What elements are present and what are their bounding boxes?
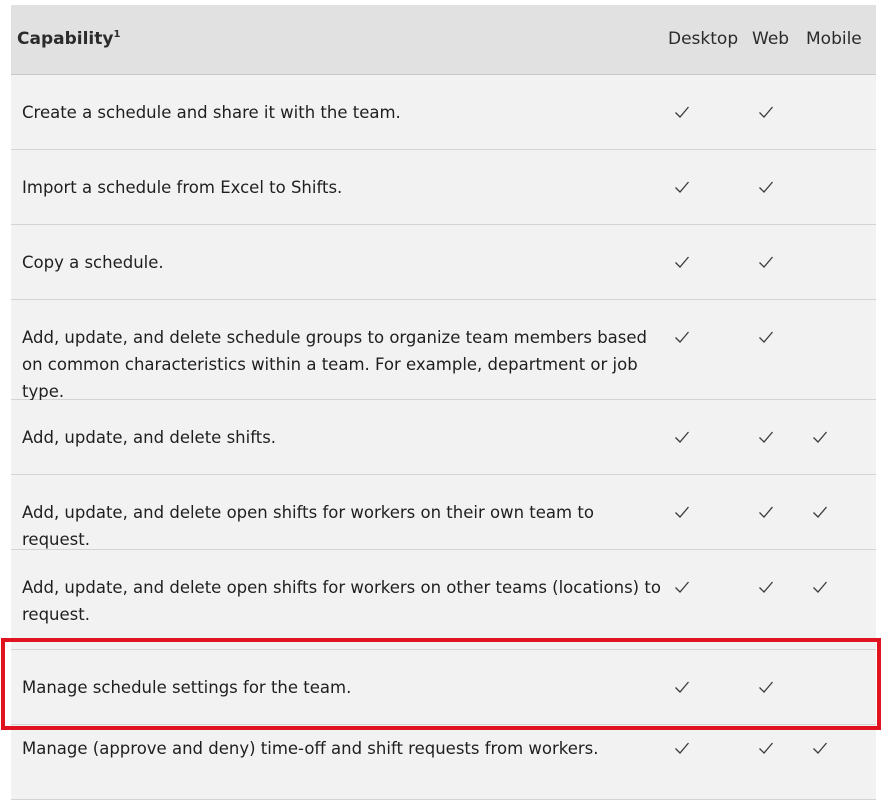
row-capability-text: Add, update, and delete schedule groups …	[22, 328, 648, 401]
check-icon	[674, 740, 690, 756]
table-header: Capability1 Desktop Web Mobile	[11, 5, 876, 75]
header-web: Web	[752, 29, 790, 49]
check-icon	[674, 254, 690, 270]
check-icon	[812, 579, 828, 595]
check-icon	[758, 179, 774, 195]
check-icon	[758, 254, 774, 270]
check-icon	[758, 679, 774, 695]
check-icon	[758, 329, 774, 345]
table-row: Add, update, and delete open shifts for …	[11, 475, 876, 550]
check-icon	[674, 579, 690, 595]
check-icon	[674, 504, 690, 520]
table-row: Add, update, and delete shifts.	[11, 400, 876, 475]
row-capability-text: Add, update, and delete open shifts for …	[22, 503, 594, 549]
check-icon	[674, 104, 690, 120]
table-row: Manage (approve and deny) time-off and s…	[11, 725, 876, 800]
check-icon	[674, 179, 690, 195]
row-capability-text: Import a schedule from Excel to Shifts.	[22, 178, 343, 197]
check-icon	[758, 429, 774, 445]
check-icon	[758, 104, 774, 120]
table-row: Copy a schedule.	[11, 225, 876, 300]
check-icon	[812, 740, 828, 756]
header-capability: Capability1	[17, 29, 121, 49]
check-icon	[758, 740, 774, 756]
check-icon	[758, 504, 774, 520]
table-row-highlighted: Manage schedule settings for the team.	[11, 650, 876, 725]
row-capability-text: Create a schedule and share it with the …	[22, 103, 401, 122]
table-row: Add, update, and delete schedule groups …	[11, 300, 876, 401]
check-icon	[674, 679, 690, 695]
footnote-marker: 1	[113, 29, 121, 40]
check-icon	[674, 429, 690, 445]
table-row: Import a schedule from Excel to Shifts.	[11, 150, 876, 225]
table-row: Add, update, and delete open shifts for …	[11, 550, 876, 650]
check-icon	[674, 329, 690, 345]
row-capability-text: Manage (approve and deny) time-off and s…	[22, 739, 599, 758]
table-row: Create a schedule and share it with the …	[11, 75, 876, 150]
row-capability-text: Copy a schedule.	[22, 253, 164, 272]
capability-table: Capability1 Desktop Web Mobile Create a …	[11, 5, 876, 800]
row-capability-text: Add, update, and delete open shifts for …	[22, 578, 661, 624]
check-icon	[812, 504, 828, 520]
check-icon	[758, 579, 774, 595]
row-capability-text: Add, update, and delete shifts.	[22, 428, 277, 447]
header-desktop: Desktop	[668, 29, 739, 49]
check-icon	[812, 429, 828, 445]
header-mobile: Mobile	[806, 29, 862, 49]
row-capability-text: Manage schedule settings for the team.	[22, 678, 352, 697]
